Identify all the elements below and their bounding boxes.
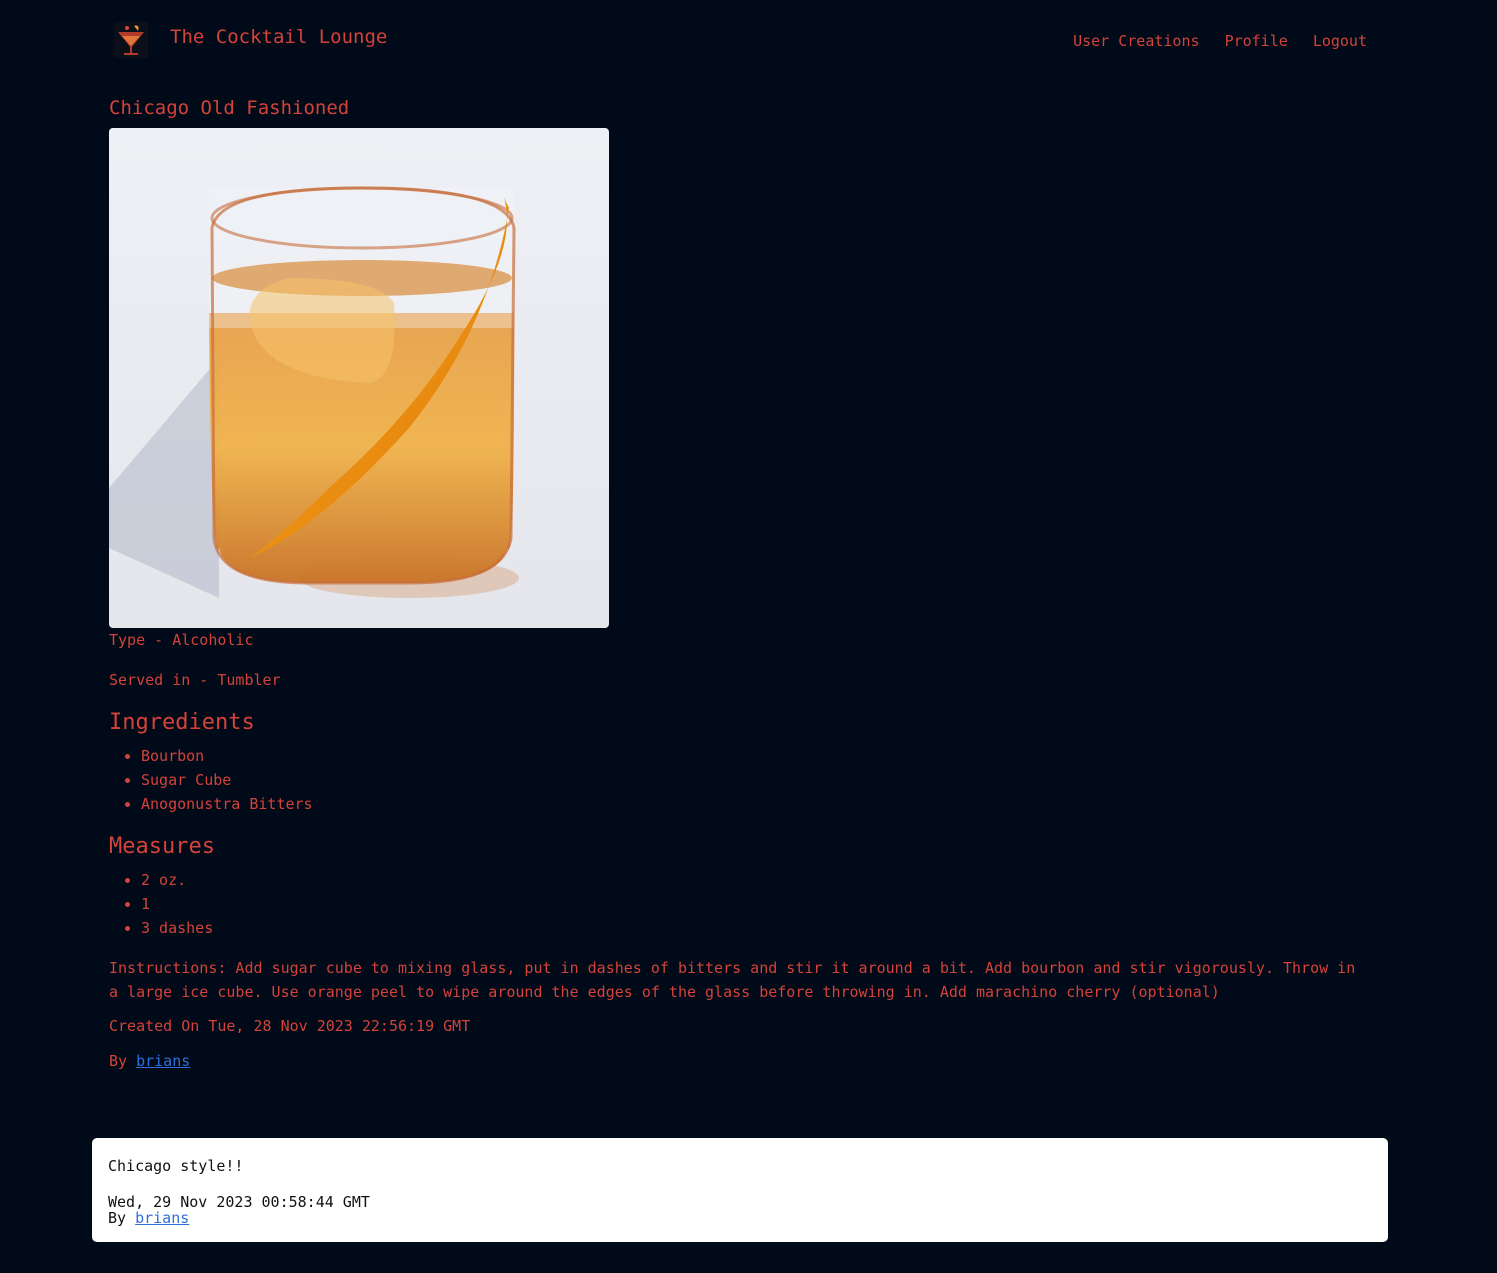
drink-detail: Chicago Old Fashioned Type - Alcoholic S… xyxy=(109,96,1369,1073)
comment-by-label: By xyxy=(108,1209,127,1227)
measure-item: 2 oz. xyxy=(141,868,1369,892)
drink-title: Chicago Old Fashioned xyxy=(109,97,350,119)
nav-user-creations[interactable]: User Creations xyxy=(1073,32,1199,50)
ingredients-list: Bourbon Sugar Cube Anogonustra Bitters xyxy=(109,744,1369,816)
drink-instructions: Instructions: Add sugar cube to mixing g… xyxy=(109,959,1356,1001)
ingredients-heading: Ingredients xyxy=(109,710,255,735)
nav-logout[interactable]: Logout xyxy=(1313,32,1367,50)
drink-photo xyxy=(109,128,609,628)
site-title[interactable]: The Cocktail Lounge xyxy=(170,26,387,48)
by-label: By xyxy=(109,1052,128,1070)
comment-author-link[interactable]: brians xyxy=(135,1209,189,1227)
created-date: Created On Tue, 28 Nov 2023 22:56:19 GMT xyxy=(109,1017,471,1035)
comment-byline: By brians xyxy=(108,1210,1372,1226)
cocktail-logo-icon[interactable] xyxy=(114,22,148,58)
ingredient-item: Sugar Cube xyxy=(141,768,1369,792)
main-nav: User Creations Profile Logout xyxy=(1057,32,1367,50)
measure-item: 3 dashes xyxy=(141,916,1369,940)
author-link[interactable]: brians xyxy=(136,1052,190,1070)
ingredient-item: Anogonustra Bitters xyxy=(141,792,1369,816)
site-header: The Cocktail Lounge User Creations Profi… xyxy=(0,0,1497,80)
measures-list: 2 oz. 1 3 dashes xyxy=(109,868,1369,940)
author-byline: By brians xyxy=(109,1049,1369,1073)
measure-item: 1 xyxy=(141,892,1369,916)
drink-type: Type - Alcoholic xyxy=(109,631,254,649)
comment-card: Chicago style!! Wed, 29 Nov 2023 00:58:4… xyxy=(92,1138,1388,1242)
comment-date: Wed, 29 Nov 2023 00:58:44 GMT xyxy=(108,1193,370,1211)
measures-heading: Measures xyxy=(109,834,215,859)
ingredient-item: Bourbon xyxy=(141,744,1369,768)
drink-glass: Served in - Tumbler xyxy=(109,671,281,689)
comment-text: Chicago style!! xyxy=(108,1157,244,1175)
nav-profile[interactable]: Profile xyxy=(1225,32,1288,50)
